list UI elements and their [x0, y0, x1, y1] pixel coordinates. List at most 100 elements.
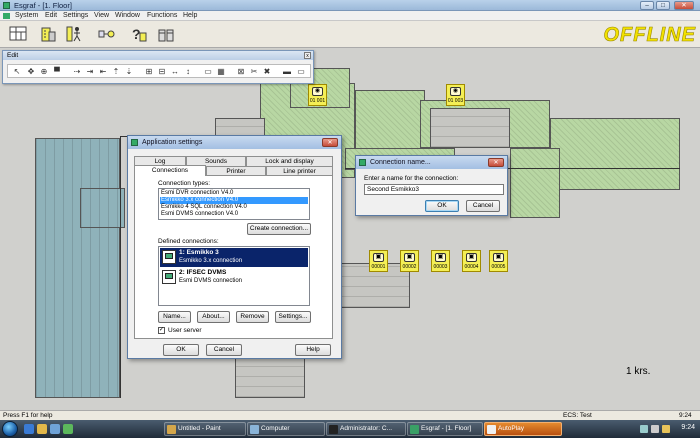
device-marker[interactable]: ◉ 01 001: [308, 84, 327, 106]
user-server-checkbox[interactable]: ✓: [158, 327, 165, 334]
menu-window[interactable]: Window: [115, 12, 140, 19]
connection-name-input[interactable]: Second Esmikko3: [364, 184, 504, 195]
network-icon[interactable]: [640, 425, 648, 433]
about-button[interactable]: About...: [197, 311, 230, 323]
stretch-v-icon[interactable]: ↕: [183, 67, 193, 77]
menu-system[interactable]: System: [15, 12, 38, 19]
show-desktop-icon[interactable]: [50, 424, 60, 434]
media-player-icon[interactable]: [63, 424, 73, 434]
device-marker[interactable]: ▣ 00002: [400, 250, 419, 272]
cancel-button[interactable]: Cancel: [466, 200, 500, 212]
taskbar-clock[interactable]: 9:24: [681, 424, 695, 431]
user-walk-icon[interactable]: [64, 24, 84, 44]
defined-connections-list[interactable]: 1: Esmikko 3 Esmikko 3.x connection 2: I…: [158, 246, 310, 306]
connection-type-item[interactable]: Esmi DVR connection V4.0: [160, 190, 308, 197]
system-menu-icon[interactable]: [3, 13, 10, 19]
box-icon[interactable]: ▭: [296, 67, 306, 77]
align-start-icon[interactable]: ⇤: [98, 67, 108, 77]
taskbar-item-esgraf[interactable]: Esgraf - [1. Floor]: [407, 422, 483, 436]
connection-types-list[interactable]: Esmi DVR connection V4.0 Esmikko 3.x con…: [158, 188, 310, 220]
status-bar: Press F1 for help ECS: Test 9:24: [0, 410, 700, 420]
floor-plan-canvas[interactable]: ◉ 01 001 ◉ 01 003 ▣ 00001 ▣ 00002 ▣ 0000…: [0, 48, 700, 410]
taskbar-item-label: Untitled - Paint: [178, 425, 221, 432]
key-icon[interactable]: [97, 24, 117, 44]
menu-settings[interactable]: Settings: [63, 12, 88, 19]
taskbar-item-paint[interactable]: Untitled - Paint: [164, 422, 246, 436]
ok-button[interactable]: OK: [425, 200, 459, 212]
dialog-title[interactable]: Connection name...: [356, 156, 507, 169]
security-icon[interactable]: [662, 425, 670, 433]
ungrid-icon[interactable]: ⊟: [157, 67, 167, 77]
device-marker[interactable]: ▣ 00003: [431, 250, 450, 272]
close-icon[interactable]: x: [304, 52, 311, 59]
frame-icon[interactable]: ▭: [203, 67, 213, 77]
connection-type-item[interactable]: Esmikko 3.x connection V4.0: [160, 197, 308, 204]
monitor-icon: [162, 250, 176, 264]
taskbar-item-computer[interactable]: Computer: [247, 422, 325, 436]
esgraf-app-icon[interactable]: [3, 2, 10, 9]
connection-type-item[interactable]: Esmikko 4 SQL connection V4.0: [160, 204, 308, 211]
device-marker[interactable]: ◉ 01 003: [446, 84, 465, 106]
volume-icon[interactable]: [651, 425, 659, 433]
cut-icon[interactable]: ✂: [249, 67, 259, 77]
device-marker[interactable]: ▣ 00005: [489, 250, 508, 272]
menu-functions[interactable]: Functions: [147, 12, 177, 19]
dialog-title-text: Application settings: [142, 139, 203, 146]
explorer-icon[interactable]: [37, 424, 47, 434]
app-icon: [131, 139, 138, 146]
window-title: Esgraf - [1. Floor]: [14, 1, 72, 10]
create-connection-button[interactable]: Create connection...: [247, 223, 311, 235]
connection-type-item[interactable]: Esmi DVMS connection V4.0: [160, 211, 308, 218]
toolbox-icon[interactable]: [156, 24, 176, 44]
taskbar-item-autoplay[interactable]: AutoPlay: [484, 422, 562, 436]
stretch-h-icon[interactable]: ↔: [170, 67, 180, 77]
device-id: 00002: [402, 264, 417, 270]
edit-toolbar-title[interactable]: Edit: [3, 51, 313, 60]
defined-connection-row[interactable]: 1: Esmikko 3 Esmikko 3.x connection: [160, 248, 308, 267]
close-button[interactable]: ✕: [488, 158, 504, 167]
menu-bar: System Edit Settings View Window Functio…: [0, 11, 700, 21]
group-icon[interactable]: ⊠: [236, 67, 246, 77]
tab-lock-and-display[interactable]: Lock and display: [246, 156, 333, 166]
menu-edit[interactable]: Edit: [45, 12, 57, 19]
close-button[interactable]: ✕: [322, 138, 338, 147]
user-server-label: User server: [168, 327, 202, 334]
dialog-title[interactable]: Application settings: [128, 136, 341, 149]
pattern-icon[interactable]: ▦: [216, 67, 226, 77]
add-tool-icon[interactable]: ⊕: [39, 67, 49, 77]
help-button[interactable]: Help: [295, 344, 331, 356]
select-tool-icon[interactable]: ↖: [12, 67, 22, 77]
bar-icon[interactable]: ▬: [282, 67, 292, 77]
ok-button[interactable]: OK: [163, 344, 199, 356]
maximize-button[interactable]: □: [656, 1, 670, 10]
help-icon[interactable]: ?: [128, 24, 148, 44]
move-tool-icon[interactable]: ✥: [26, 67, 36, 77]
minimize-button[interactable]: –: [640, 1, 654, 10]
taskbar-item-cmd[interactable]: Administrator: C...: [326, 422, 406, 436]
delete-icon[interactable]: ✖: [262, 67, 272, 77]
cancel-button[interactable]: Cancel: [206, 344, 242, 356]
device-marker[interactable]: ▣ 00001: [369, 250, 388, 272]
menu-view[interactable]: View: [94, 12, 109, 19]
close-button[interactable]: ✕: [674, 1, 694, 10]
defined-connection-row[interactable]: 2: IFSEC DVMS Esmi DVMS connection: [160, 268, 308, 287]
ie-icon[interactable]: [24, 424, 34, 434]
remove-button[interactable]: Remove: [236, 311, 269, 323]
name-button[interactable]: Name...: [158, 311, 191, 323]
device-marker[interactable]: ▣ 00004: [462, 250, 481, 272]
align-top-icon[interactable]: ⇡: [111, 67, 121, 77]
grid-icon[interactable]: ⊞: [144, 67, 154, 77]
menu-help[interactable]: Help: [183, 12, 197, 19]
align-bottom-icon[interactable]: ⇣: [124, 67, 134, 77]
paint-tool-icon[interactable]: ▀: [52, 67, 62, 77]
start-button[interactable]: [2, 421, 18, 437]
settings-button[interactable]: Settings...: [275, 311, 311, 323]
camera-icon: ◉: [312, 87, 323, 96]
align-right-icon[interactable]: ⇢: [72, 67, 82, 77]
align-end-icon[interactable]: ⇥: [85, 67, 95, 77]
detector-icon: ▣: [404, 253, 415, 262]
building-icon[interactable]: [38, 24, 58, 44]
floorplan-icon[interactable]: [8, 24, 28, 44]
tab-connections[interactable]: Connections: [134, 165, 206, 176]
connection-name: 2: IFSEC DVMS: [179, 269, 227, 276]
